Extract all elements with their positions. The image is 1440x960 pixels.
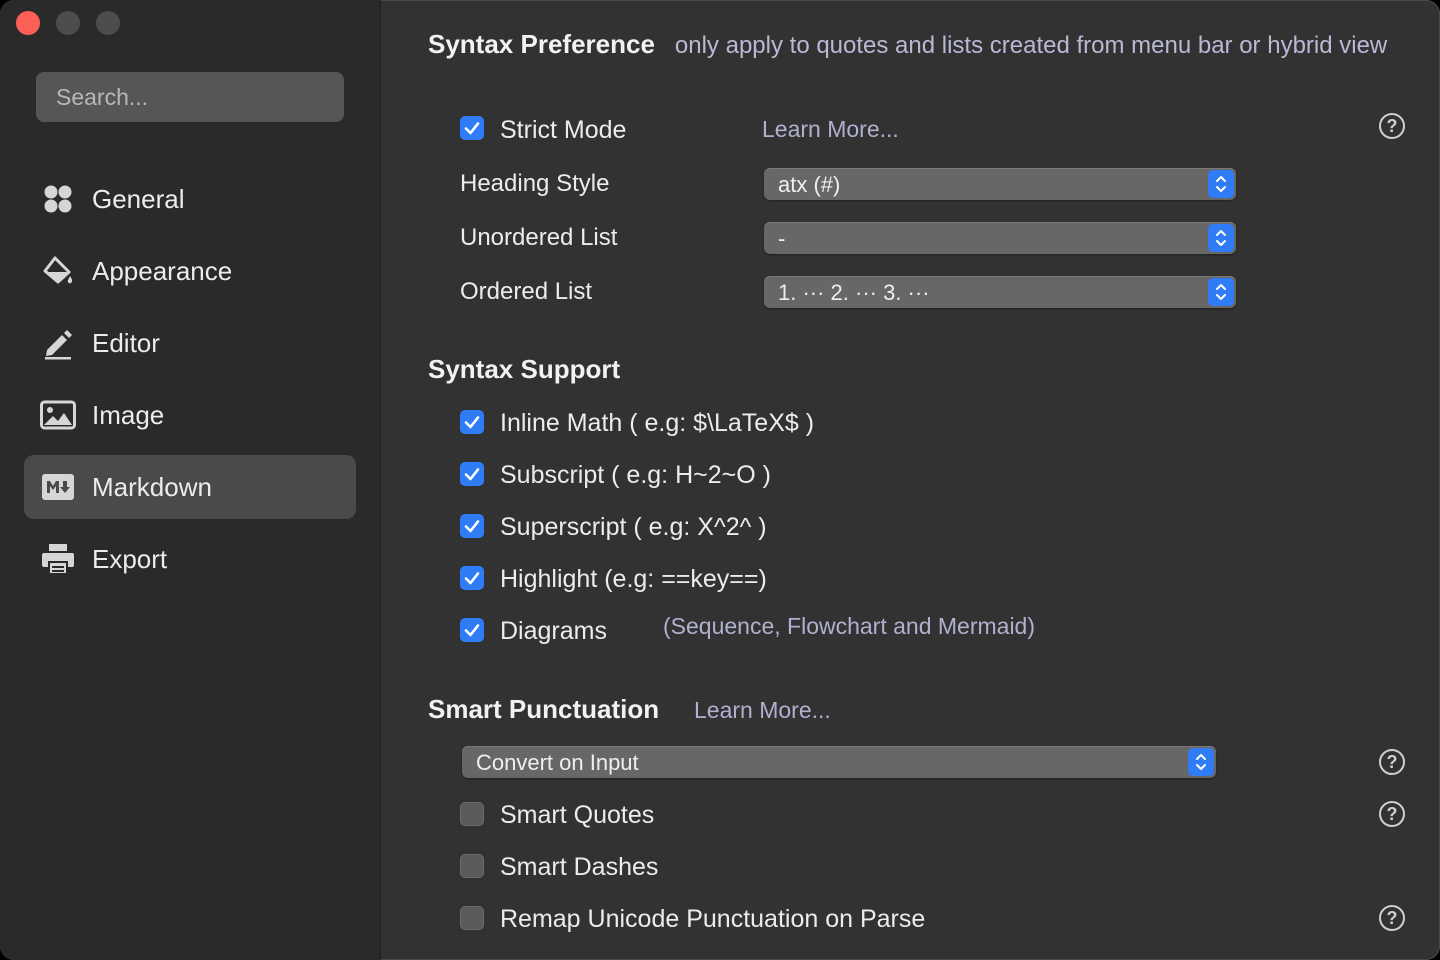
checkmark-icon: [464, 520, 480, 533]
unordered-list-select[interactable]: -: [764, 222, 1236, 254]
chevron-up-down-icon: [1208, 170, 1234, 198]
syntax-preference-header: Syntax Preference only apply to quotes an…: [428, 30, 1418, 63]
superscript-checkbox[interactable]: [460, 514, 484, 538]
strict-mode-label: Strict Mode: [500, 116, 627, 144]
superscript-label: Superscript ( e.g: X^2^ ): [500, 513, 767, 541]
sidebar-item-label: Markdown: [92, 471, 212, 502]
markdown-preferences-panel: Syntax Preference only apply to quotes an…: [380, 0, 1440, 960]
strict-mode-checkbox[interactable]: [460, 116, 484, 140]
highlight-checkbox[interactable]: [460, 566, 484, 590]
sidebar-item-label: Image: [92, 399, 165, 430]
highlight-label: Highlight (e.g: ==key==): [500, 565, 767, 593]
search-input[interactable]: [36, 72, 344, 122]
preferences-window: General Appearance Editor Image Markdown: [0, 0, 1440, 960]
smart-punctuation-mode-select[interactable]: Convert on Input: [462, 746, 1216, 778]
smart-punctuation-learn-more-link[interactable]: Learn More...: [694, 697, 831, 724]
help-icon: ?: [1386, 115, 1398, 136]
sidebar-item-appearance[interactable]: Appearance: [24, 239, 356, 303]
grid-icon: [40, 181, 76, 217]
sidebar-item-label: Editor: [92, 327, 160, 358]
pencil-icon: [40, 325, 76, 361]
subscript-label: Subscript ( e.g: H~2~O ): [500, 461, 771, 489]
select-value: -: [778, 226, 786, 251]
checkmark-icon: [464, 416, 480, 429]
select-value: Convert on Input: [476, 750, 639, 775]
sidebar-item-editor[interactable]: Editor: [24, 311, 356, 375]
select-value: atx (#): [778, 172, 841, 197]
help-icon: ?: [1386, 907, 1398, 928]
sidebar-item-image[interactable]: Image: [24, 383, 356, 447]
subscript-checkbox[interactable]: [460, 462, 484, 486]
checkmark-icon: [464, 122, 480, 135]
sidebar-item-label: Appearance: [92, 255, 233, 286]
ordered-list-select[interactable]: 1. ··· 2. ··· 3. ···: [764, 276, 1236, 308]
smart-punctuation-help-button[interactable]: ?: [1379, 749, 1405, 775]
heading-style-label: Heading Style: [460, 170, 610, 197]
checkmark-icon: [464, 572, 480, 585]
window-controls: [16, 11, 120, 35]
syntax-support-title: Syntax Support: [428, 354, 621, 384]
paint-bucket-icon: [40, 253, 76, 289]
smart-dashes-checkbox[interactable]: [460, 854, 484, 878]
remap-unicode-label: Remap Unicode Punctuation on Parse: [500, 905, 926, 933]
heading-style-select[interactable]: atx (#): [764, 168, 1236, 200]
smart-quotes-label: Smart Quotes: [500, 801, 655, 829]
chevron-up-down-icon: [1188, 748, 1214, 776]
sidebar-item-label: General: [92, 183, 185, 214]
checkmark-icon: [464, 624, 480, 637]
strict-mode-learn-more-link[interactable]: Learn More...: [762, 116, 899, 143]
diagrams-label: Diagrams: [500, 617, 607, 645]
smart-quotes-help-button[interactable]: ?: [1379, 801, 1405, 827]
diagrams-note: (Sequence, Flowchart and Mermaid): [663, 613, 1035, 639]
smart-punctuation-title: Smart Punctuation: [428, 694, 660, 724]
markdown-icon: [40, 469, 76, 505]
chevron-up-down-icon: [1208, 224, 1234, 252]
help-icon: ?: [1386, 803, 1398, 824]
select-value: 1. ··· 2. ··· 3. ···: [778, 280, 930, 305]
chevron-up-down-icon: [1208, 278, 1234, 306]
sidebar-item-export[interactable]: Export: [24, 527, 356, 591]
checkmark-icon: [464, 468, 480, 481]
diagrams-checkbox[interactable]: [460, 618, 484, 642]
help-icon: ?: [1386, 751, 1398, 772]
printer-icon: [40, 541, 76, 577]
smart-dashes-label: Smart Dashes: [500, 853, 659, 881]
unordered-list-label: Unordered List: [460, 224, 618, 251]
strict-mode-help-button[interactable]: ?: [1379, 113, 1405, 139]
inline-math-label: Inline Math ( e.g: $\LaTeX$ ): [500, 409, 815, 437]
sidebar-item-label: Export: [92, 543, 168, 574]
section-description: only apply to quotes and lists created f…: [674, 32, 1388, 59]
remap-unicode-checkbox[interactable]: [460, 906, 484, 930]
minimize-window-button[interactable]: [56, 11, 80, 35]
sidebar-item-general[interactable]: General: [24, 167, 356, 231]
zoom-window-button[interactable]: [96, 11, 120, 35]
remap-unicode-help-button[interactable]: ?: [1379, 905, 1405, 931]
image-icon: [40, 397, 76, 433]
sidebar: General Appearance Editor Image Markdown: [0, 0, 381, 960]
section-title: Syntax Preference: [428, 29, 655, 59]
inline-math-checkbox[interactable]: [460, 410, 484, 434]
ordered-list-label: Ordered List: [460, 278, 593, 305]
sidebar-item-markdown[interactable]: Markdown: [24, 455, 356, 519]
smart-quotes-checkbox[interactable]: [460, 802, 484, 826]
close-window-button[interactable]: [16, 11, 40, 35]
